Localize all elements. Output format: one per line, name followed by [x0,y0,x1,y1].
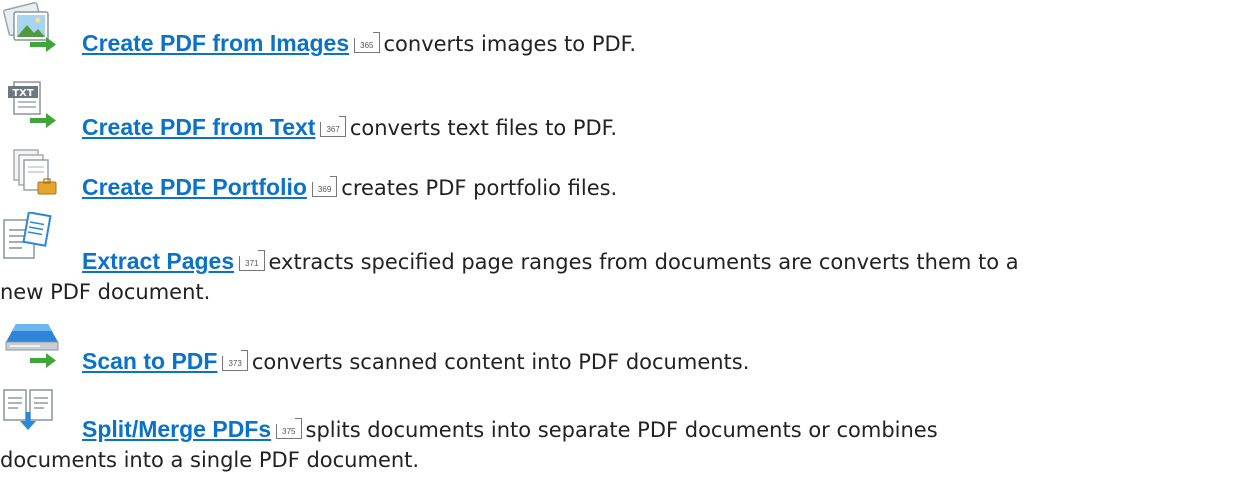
create-pdf-portfolio-link[interactable]: Create PDF Portfolio [82,174,307,200]
extract-pages-link[interactable]: Extract Pages [82,248,234,274]
txt-icon-label: TXT [12,88,34,99]
split-merge-pdfs-link[interactable]: Split/Merge PDFs [82,416,271,442]
item-text: Extract Pages 371 extracts specified page … [82,246,1019,278]
item-description: converts scanned content into PDF docume… [251,350,750,374]
page-reference[interactable]: 369 [311,176,338,197]
extract-pages-icon [0,212,64,266]
text-to-pdf-icon: TXT [0,78,64,132]
item-description: converts text files to PDF. [349,116,618,140]
page-reference[interactable]: 367 [320,116,347,137]
split-merge-icon [0,384,64,438]
item-description: extracts specified page ranges from docu… [268,250,1019,274]
item-text: Create PDF from Text 367 converts text fil… [82,112,617,144]
scan-to-pdf-link[interactable]: Scan to PDF [82,348,217,374]
item-description: converts images to PDF. [383,32,637,56]
page-reference[interactable]: 365 [354,32,380,53]
scanner-icon [0,320,64,374]
item-description: creates PDF portfolio files. [341,176,618,200]
page-reference[interactable]: 373 [222,350,249,371]
page-reference[interactable]: 371 [239,250,265,271]
page-reference[interactable]: 375 [276,418,302,439]
item-text: Create PDF from Images 365 converts images… [82,28,636,60]
item-description-continued: new PDF document. [0,280,211,304]
create-pdf-from-images-link[interactable]: Create PDF from Images [82,30,349,56]
item-text: Scan to PDF 373 converts scanned content i… [82,346,749,378]
item-text: Split/Merge PDFs 375 splits documents into… [82,414,938,446]
item-text: Create PDF Portfolio 369 creates PDF portf… [82,172,617,204]
portfolio-icon [0,148,64,202]
images-to-pdf-icon [0,0,64,54]
item-description: splits documents into separate PDF docum… [305,418,938,442]
create-pdf-from-text-link[interactable]: Create PDF from Text [82,114,315,140]
item-description-continued: documents into a single PDF document. [0,448,420,472]
